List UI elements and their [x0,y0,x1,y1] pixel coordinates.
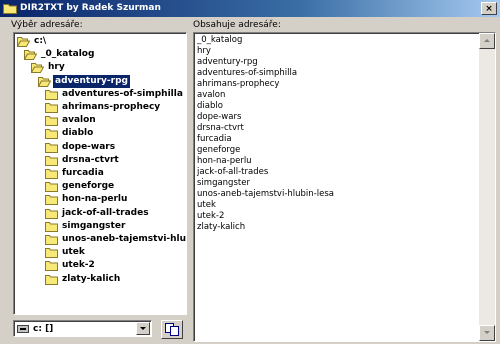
folder-icon [45,208,58,219]
content-line: avalon [197,90,226,100]
title-bar[interactable]: DIR2TXT by Radek Szurman × [0,0,500,17]
folder-icon [45,89,58,100]
content-line: unos-aneb-tajemstvi-hlubin-lesa [197,189,334,199]
folder-icon [45,221,58,232]
content-line: hry [197,46,211,56]
folder-icon [45,129,58,140]
tree-item-label: zlaty-kalich [62,273,121,284]
folder-icon [45,155,58,166]
main-window: DIR2TXT by Radek Szurman × Výběr adresář… [0,0,500,344]
tree-item-label: adventury-rpg [53,74,130,88]
content-line: drsna-ctvrt [197,123,244,133]
content-line: adventures-of-simphilla [197,68,298,78]
tree-label: Výběr adresáře: [11,20,83,30]
folder-icon [45,195,58,206]
tree-item-label: unos-aneb-tajemstvi-hlubin-lesa [62,234,187,244]
folder-icon [45,103,58,113]
tree-item-label: hon-na-perlu [62,194,128,205]
tree-item-label: jack-of-all-trades [62,207,149,218]
content-line: zlaty-kalich [197,222,246,232]
folder-open-icon [38,76,51,87]
content-line: geneforge [197,145,241,155]
content-line: ahrimans-prophecy [197,79,280,89]
content-lines: _0_katalog hry adventury-rpg adventures-of-… [197,35,478,233]
copy-icon [165,323,179,336]
tree-item-label: utek-2 [62,260,95,271]
window-title: DIR2TXT by Radek Szurman [20,3,161,13]
content-line: simgangster [197,178,250,188]
folder-icon [45,169,58,179]
content-label: Obsahuje adresáře: [193,20,281,30]
copy-button[interactable] [161,320,183,339]
close-button[interactable]: × [481,2,497,15]
directory-tree[interactable]: c:\ _0_kataloghry adventury-rpg adventures-… [13,32,187,315]
tree-item-label: furcadia [62,168,104,178]
content-line: utek [197,200,216,210]
folder-open-icon [24,50,37,61]
tree-item-label: adventures-of-simphilla [62,88,183,99]
tree-item-label: drsna-ctvrt [62,154,119,165]
content-line: utek-2 [197,211,225,221]
folder-open-icon [31,63,44,74]
tree-item-label: ahrimans-prophecy [62,102,161,112]
tree-item-label: c:\ [34,36,47,46]
content-line: furcadia [197,134,232,144]
folder-app-icon [3,4,17,14]
folder-icon [45,261,58,272]
tree-item-label: hry [48,62,65,73]
drive-select-value: c: [] [33,324,54,334]
content-line: hon-na-perlu [197,156,252,166]
folder-icon [45,274,58,285]
folder-icon [45,116,58,127]
tree-item-label: dope-wars [62,141,116,152]
drive-select[interactable]: c: [] [13,320,152,337]
scroll-down-button[interactable] [479,325,495,341]
folder-open-icon [17,37,30,47]
dropdown-arrow-button[interactable] [136,322,150,335]
scroll-up-button[interactable] [479,33,495,49]
content-line: diablo [197,101,223,111]
folder-icon [45,248,58,259]
tree-item-label: avalon [62,115,96,126]
content-line: _0_katalog [197,35,243,45]
tree-item-label: _0_katalog [41,49,95,60]
tree-item-label: utek [62,247,85,258]
folder-icon [45,142,58,153]
content-line: adventury-rpg [197,57,258,67]
content-line: jack-of-all-trades [197,167,269,177]
drive-icon [17,325,29,333]
tree-item-label: diablo [62,128,94,139]
vertical-scrollbar[interactable] [479,33,495,341]
content-line: dope-wars [197,112,242,122]
folder-icon [45,182,58,193]
tree-item-label: geneforge [62,181,115,192]
folder-icon [45,235,58,245]
content-list[interactable]: _0_katalog hry adventury-rpg adventures-of-… [193,32,496,342]
tree-item-label: simgangster [62,220,126,231]
